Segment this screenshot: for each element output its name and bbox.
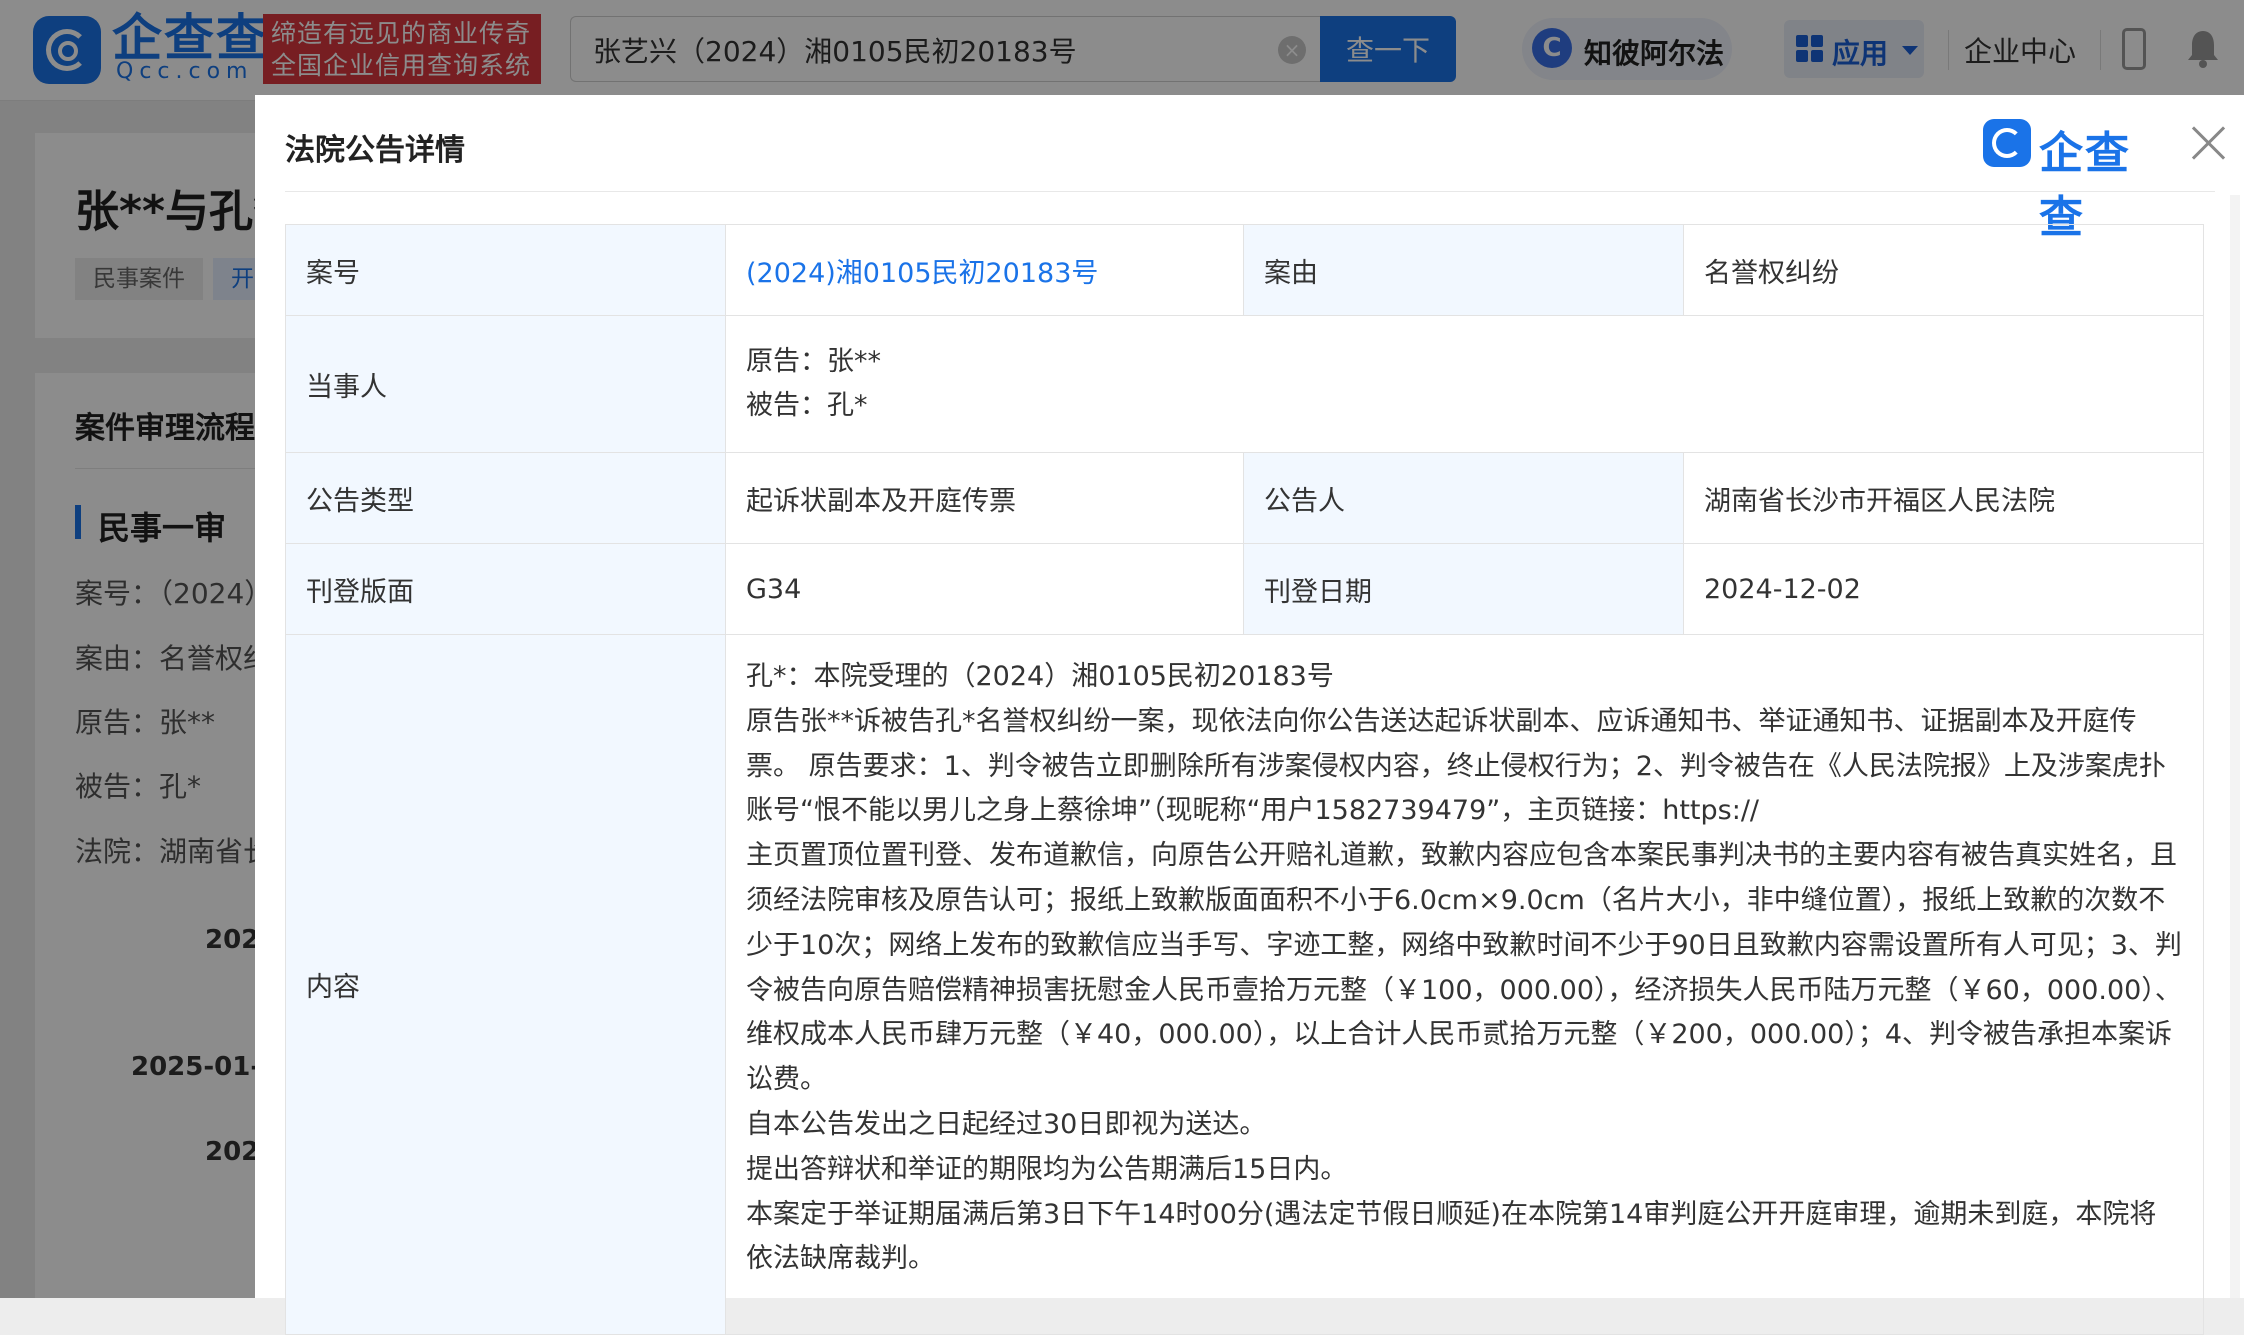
announcer-label: 公告人 — [1243, 452, 1684, 544]
parties-label: 当事人 — [285, 315, 726, 453]
notice-detail-table: 案号 (2024)湘0105民初20183号 案由 名誉权纠纷 当事人 原告：张… — [285, 224, 2204, 1335]
case-no-link[interactable]: (2024)湘0105民初20183号 — [725, 224, 1244, 316]
content-label: 内容 — [285, 634, 726, 1335]
notice-type-label: 公告类型 — [285, 452, 726, 544]
content-value: 孔*：本院受理的（2024）湘0105民初20183号 原告张**诉被告孔*名誉… — [725, 634, 2204, 1335]
cause-value: 名誉权纠纷 — [1683, 224, 2204, 316]
content-paragraph: 本案定于举证期届满后第3日下午14时00分(遇法定节假日顺延)在本院第14审判庭… — [746, 1198, 2157, 1275]
date-value: 2024-12-02 — [1683, 543, 2204, 635]
parties-value: 原告：张** 被告：孔* — [725, 315, 2204, 453]
modal-title: 法院公告详情 — [285, 133, 465, 168]
modal-logo: 企查查 — [1983, 117, 2173, 243]
table-row: 刊登版面 G34 刊登日期 2024-12-02 — [285, 543, 2204, 635]
defendant: 被告：孔* — [746, 390, 868, 421]
content-paragraph: 原告张**诉被告孔*名誉权纠纷一案，现依法向你公告送达起诉状副本、应诉通知书、举… — [746, 705, 2166, 827]
announcer-value: 湖南省长沙市开福区人民法院 — [1683, 452, 2204, 544]
table-row: 当事人 原告：张** 被告：孔* — [285, 315, 2204, 453]
layout-label: 刊登版面 — [285, 543, 726, 635]
table-row: 公告类型 起诉状副本及开庭传票 公告人 湖南省长沙市开福区人民法院 — [285, 452, 2204, 544]
date-label: 刊登日期 — [1243, 543, 1684, 635]
modal-scrollbar[interactable] — [2230, 195, 2240, 1298]
qcc-logo-icon — [1983, 119, 2031, 167]
content-paragraph: 主页置顶位置刊登、发布道歉信，向原告公开赔礼道歉，致歉内容应包含本案民事判决书的… — [746, 840, 2182, 1096]
notice-type-value: 起诉状副本及开庭传票 — [725, 452, 1244, 544]
table-row: 内容 孔*：本院受理的（2024）湘0105民初20183号 原告张**诉被告孔… — [285, 634, 2204, 1335]
cause-label: 案由 — [1243, 224, 1684, 316]
close-icon[interactable] — [2187, 121, 2231, 165]
content-paragraph: 自本公告发出之日起经过30日即视为送达。 — [746, 1108, 1267, 1140]
court-notice-modal: 法院公告详情 企查查 案号 (2024)湘0105民初20183号 案由 名誉权… — [255, 95, 2244, 1335]
plaintiff: 原告：张** — [746, 346, 881, 377]
layout-value: G34 — [725, 543, 1244, 635]
case-no-label: 案号 — [285, 224, 726, 316]
content-paragraph: 孔*：本院受理的（2024）湘0105民初20183号 — [746, 661, 1334, 692]
content-paragraph: 提出答辩状和举证的期限均为公告期满后15日内。 — [746, 1153, 1348, 1185]
table-row: 案号 (2024)湘0105民初20183号 案由 名誉权纠纷 — [285, 224, 2204, 316]
divider — [285, 191, 2215, 192]
